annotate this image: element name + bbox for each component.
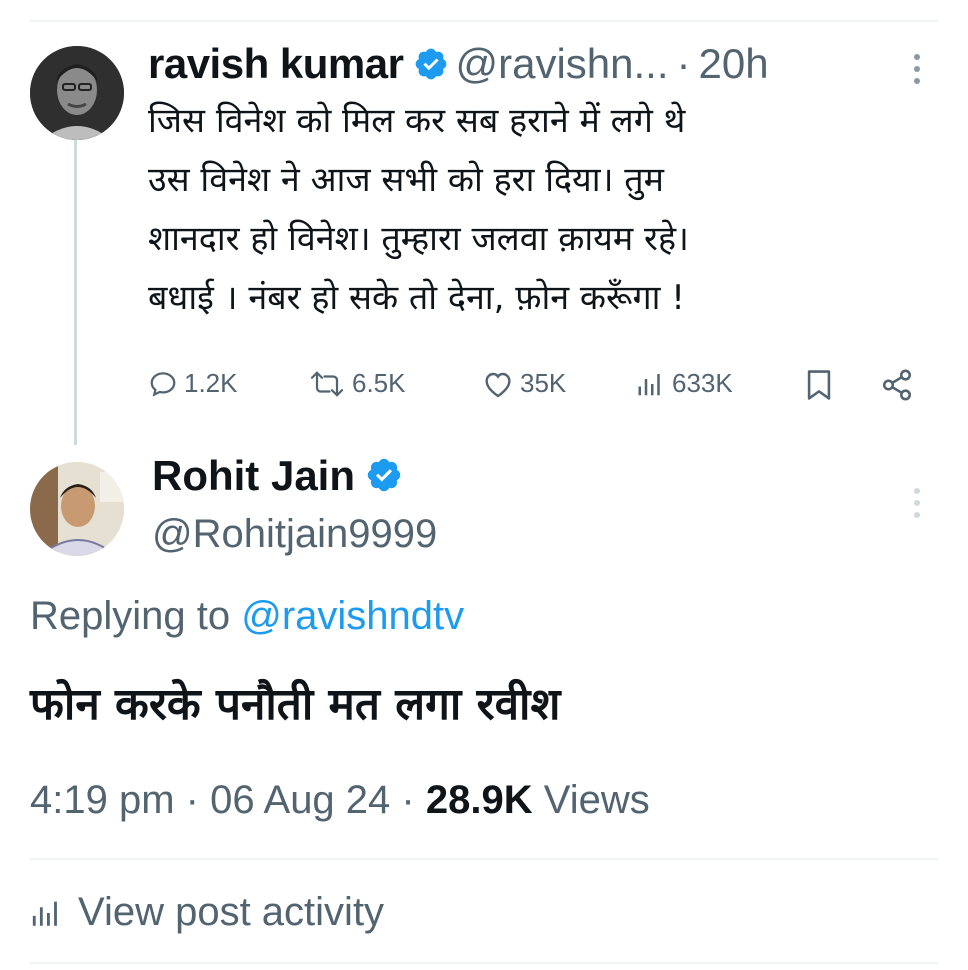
reply-more-options-button[interactable] [912, 486, 922, 524]
divider [30, 858, 938, 860]
author-handle[interactable]: @ravishn... [455, 40, 668, 87]
like-button[interactable]: 35K [482, 368, 566, 399]
share-icon [882, 369, 912, 401]
views-button[interactable]: 633K [636, 368, 733, 399]
repost-button[interactable]: 6.5K [308, 368, 406, 399]
author-name[interactable]: ravish kumar [148, 40, 404, 87]
reply-author-handle[interactable]: @Rohitjain9999 [152, 512, 437, 557]
view-count: 633K [672, 368, 733, 398]
share-button[interactable] [880, 368, 914, 402]
post-text-line: बधाई । नंबर हो सके तो देना, फ़ोन करूँगा … [148, 278, 685, 318]
verified-badge-icon [365, 456, 403, 504]
post-text-line: शानदार हो विनेश। तुम्हारा जलवा क़ायम रहे… [148, 219, 689, 259]
top-divider [30, 20, 938, 22]
reply-views-count: 28.9K [425, 778, 533, 822]
reply-author-name[interactable]: Rohit Jain [152, 452, 355, 499]
bottom-divider [30, 962, 938, 964]
analytics-icon [638, 373, 660, 395]
post-text-line: जिस विनेश को मिल कर सब हराने में लगे थे [148, 101, 686, 141]
reply-time[interactable]: 4:19 pm [30, 778, 175, 822]
view-post-activity-button[interactable]: View post activity [30, 890, 384, 935]
view-post-activity-label: View post activity [78, 890, 385, 934]
avatar-photo-ravish [30, 46, 124, 140]
more-vertical-icon [914, 488, 920, 518]
bookmark-button[interactable] [804, 368, 834, 402]
repost-icon [310, 371, 344, 396]
post-actions-bar: 1.2K 6.5K 35K 633K [148, 368, 938, 412]
analytics-icon [32, 901, 57, 926]
avatar-photo-rohit [30, 462, 124, 556]
reply-meta-line: 4:19 pm · 06 Aug 24 · 28.9K Views [30, 778, 650, 823]
bookmark-icon [807, 370, 831, 400]
reply-text: फोन करके पनौती मत लगा रवीश [30, 679, 561, 730]
more-vertical-icon [914, 54, 920, 84]
more-options-button[interactable] [912, 52, 922, 90]
avatar[interactable] [30, 462, 124, 556]
post-text: जिस विनेश को मिल कर सब हराने में लगे थे … [148, 92, 938, 328]
reply-views-label: Views [543, 778, 650, 822]
reply-count: 1.2K [184, 368, 238, 398]
avatar[interactable] [30, 46, 124, 140]
replying-to-link[interactable]: @ravishndtv [241, 594, 464, 638]
replying-to-line: Replying to @ravishndtv [30, 594, 464, 639]
reply-date[interactable]: 06 Aug 24 [210, 778, 390, 822]
reply-author-line: Rohit Jain [152, 452, 409, 504]
meta-separator: · [401, 778, 415, 822]
post-text-line: उस विनेश ने आज सभी को हरा दिया। तुम [148, 160, 664, 200]
repost-count: 6.5K [352, 368, 406, 398]
meta-separator: · [676, 40, 691, 87]
thread-connector-line [74, 140, 77, 445]
replying-to-label: Replying to [30, 594, 231, 638]
heart-icon [485, 372, 511, 397]
reply-button[interactable]: 1.2K [148, 368, 238, 399]
meta-separator: · [185, 778, 199, 822]
post-time-ago[interactable]: 20h [699, 40, 769, 87]
post-header: ravish kumar @ravishn... · 20h [148, 40, 938, 90]
verified-badge-icon [413, 46, 449, 86]
like-count: 35K [520, 368, 567, 398]
reply-icon [150, 371, 176, 397]
